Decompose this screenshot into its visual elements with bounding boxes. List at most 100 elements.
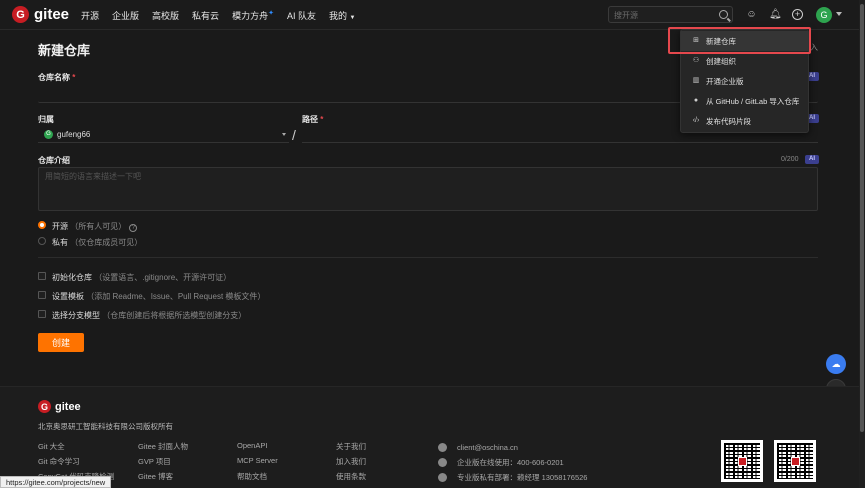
nav-item-mine-label: 我的 [328, 11, 347, 21]
chevron-down-icon: ▼ [349, 15, 356, 21]
radio-private-label[interactable]: 私有 （仅仓库成员可见） [52, 237, 142, 248]
repo-name-label: 仓库名称 * [38, 72, 75, 83]
description-textarea[interactable] [39, 168, 817, 210]
owner-name: gufeng66 [57, 129, 91, 139]
checkbox-init-repo[interactable] [38, 272, 46, 280]
footer-logo-text: gitee [55, 400, 81, 413]
nav-item-mine[interactable]: 我的 ▼ [329, 9, 355, 22]
qr-logo-icon [791, 457, 800, 466]
description-field[interactable] [38, 167, 818, 211]
contact-email: client@oschina.cn [438, 440, 587, 455]
description-label: 仓库介绍 [38, 156, 70, 165]
phone-icon [438, 458, 447, 467]
menu-item-snippet[interactable]: ‹/› 发布代码片段 [681, 111, 808, 131]
group-icon: ⚇ [692, 57, 700, 64]
github-icon: ● [693, 97, 699, 104]
required-mark: * [72, 73, 76, 82]
owner-select[interactable]: G gufeng66 [38, 126, 289, 143]
mail-icon [438, 443, 447, 452]
bell-icon[interactable]: 🔔︎ [769, 9, 782, 20]
path-label-text: 路径 [302, 115, 318, 124]
menu-item-import-label: 从 GitHub / GitLab 导入仓库 [706, 96, 800, 106]
footer-link[interactable]: MCP Server [237, 456, 278, 471]
footer-link[interactable]: Git 命令学习 [38, 456, 114, 471]
qr-code [721, 440, 763, 482]
checkbox-branch-model[interactable] [38, 310, 46, 318]
company-copyright: 北京奥思研工智能科技有限公司版权所有 [38, 422, 173, 431]
assistant-icon: ☁ [831, 358, 841, 369]
radio-public-note: （所有人可见） [70, 222, 127, 231]
nav-item-education[interactable]: 高校版 [152, 9, 179, 22]
template-label[interactable]: 设置模板 （添加 Readme、Issue、Pull Request 模板文件） [52, 291, 265, 302]
checkbox-template[interactable] [38, 291, 46, 299]
gitee-logo-text: gitee [34, 6, 70, 23]
nav-item-open-source[interactable]: 开源 [81, 9, 99, 22]
assistant-float-button[interactable]: ☁ [826, 354, 846, 374]
radio-public-label[interactable]: 开源 （所有人可见）? [52, 221, 138, 232]
footer-link[interactable]: 加入我们 [336, 456, 366, 471]
footer-link[interactable]: Gitee 博客 [138, 471, 188, 486]
code-icon: ‹/› [692, 117, 700, 124]
footer-link[interactable]: 帮助文档 [237, 471, 278, 486]
radio-private-text: 私有 [52, 238, 68, 247]
init-repo-label[interactable]: 初始化仓库 （设置语言、.gitignore、开源许可证） [52, 272, 231, 283]
nav-item-enterprise[interactable]: 企业版 [112, 9, 139, 22]
nav-item-moli-fangzhou[interactable]: 模力方舟✦ [232, 9, 274, 22]
footer-col-4: 关于我们 加入我们 使用条款 [336, 441, 366, 486]
top-navigation-bar: G gitee 开源 企业版 高校版 私有云 模力方舟✦ AI 队友 我的 ▼ … [0, 0, 865, 30]
robot-icon[interactable]: ☺ [746, 9, 757, 20]
radio-private[interactable] [38, 237, 46, 245]
footer-contact: client@oschina.cn 企业版在线使用：400-606-0201 专… [438, 440, 587, 485]
footer-link[interactable]: 使用条款 [336, 471, 366, 486]
main-nav: 开源 企业版 高校版 私有云 模力方舟✦ AI 队友 我的 ▼ [81, 9, 355, 22]
help-icon[interactable]: ? [129, 224, 138, 232]
contact-email-text[interactable]: client@oschina.cn [457, 443, 518, 452]
avatar-chevron-down-icon[interactable] [836, 12, 842, 16]
path-label: 路径 * [302, 114, 323, 125]
menu-item-create-org[interactable]: ⚇ 创建组织 [681, 51, 808, 71]
page-title: 新建仓库 [38, 43, 91, 58]
radio-public[interactable] [38, 221, 46, 229]
footer-logo[interactable]: G gitee [38, 400, 81, 413]
menu-item-enterprise-label: 开通企业版 [706, 76, 744, 86]
footer-link[interactable]: 关于我们 [336, 441, 366, 456]
contact-phone-2-text: 专业版私有部署：赖经理 13058176526 [457, 473, 588, 482]
menu-item-import[interactable]: ● 从 GitHub / GitLab 导入仓库 [681, 91, 808, 111]
menu-item-snippet-label: 发布代码片段 [706, 116, 751, 126]
phone-icon [438, 473, 447, 482]
path-separator: / [292, 127, 296, 143]
owner-label: 归属 [38, 115, 54, 124]
search-icon[interactable] [719, 10, 728, 19]
search-input[interactable] [614, 10, 714, 20]
menu-item-create-org-label: 创建组织 [706, 56, 736, 66]
template-text: 设置模板 [52, 292, 84, 301]
footer-link[interactable]: Git 大全 [38, 441, 114, 456]
import-link-partial[interactable]: 入 [810, 42, 818, 53]
footer-link[interactable]: GVP 项目 [138, 456, 188, 471]
footer-link[interactable]: OpenAPI [237, 441, 278, 456]
contact-phone-1: 企业版在线使用：400-606-0201 [438, 455, 587, 470]
building-icon: ▥ [692, 77, 700, 84]
chevron-down-icon [282, 133, 286, 136]
required-mark: * [320, 115, 324, 124]
radio-private-note: （仅仓库成员可见） [70, 238, 143, 247]
create-button[interactable]: 创建 [38, 333, 84, 352]
user-avatar[interactable]: G [816, 7, 832, 23]
ai-badge-description[interactable]: AI [805, 155, 819, 164]
qr-logo-icon [738, 457, 747, 466]
gitee-logo-icon: G [12, 6, 29, 23]
footer-link[interactable]: Gitee 封面人物 [138, 441, 188, 456]
search-box[interactable] [608, 6, 733, 23]
plus-circle-icon[interactable]: + [792, 9, 803, 20]
nav-item-ai-teammate[interactable]: AI 队友 [287, 9, 316, 22]
init-repo-text: 初始化仓库 [52, 273, 92, 282]
gitee-logo[interactable]: G gitee [12, 6, 69, 23]
form-divider [38, 257, 818, 258]
link-status-url: https://gitee.com/projects/new [0, 476, 112, 488]
menu-item-enterprise[interactable]: ▥ 开通企业版 [681, 71, 808, 91]
nav-item-private-cloud[interactable]: 私有云 [192, 9, 219, 22]
branch-model-label[interactable]: 选择分支模型 （仓库创建后将根据所选模型创建分支） [52, 310, 246, 321]
footer-logo-icon: G [38, 400, 51, 413]
scrollbar-thumb[interactable] [860, 4, 864, 432]
template-note: （添加 Readme、Issue、Pull Request 模板文件） [86, 292, 266, 301]
